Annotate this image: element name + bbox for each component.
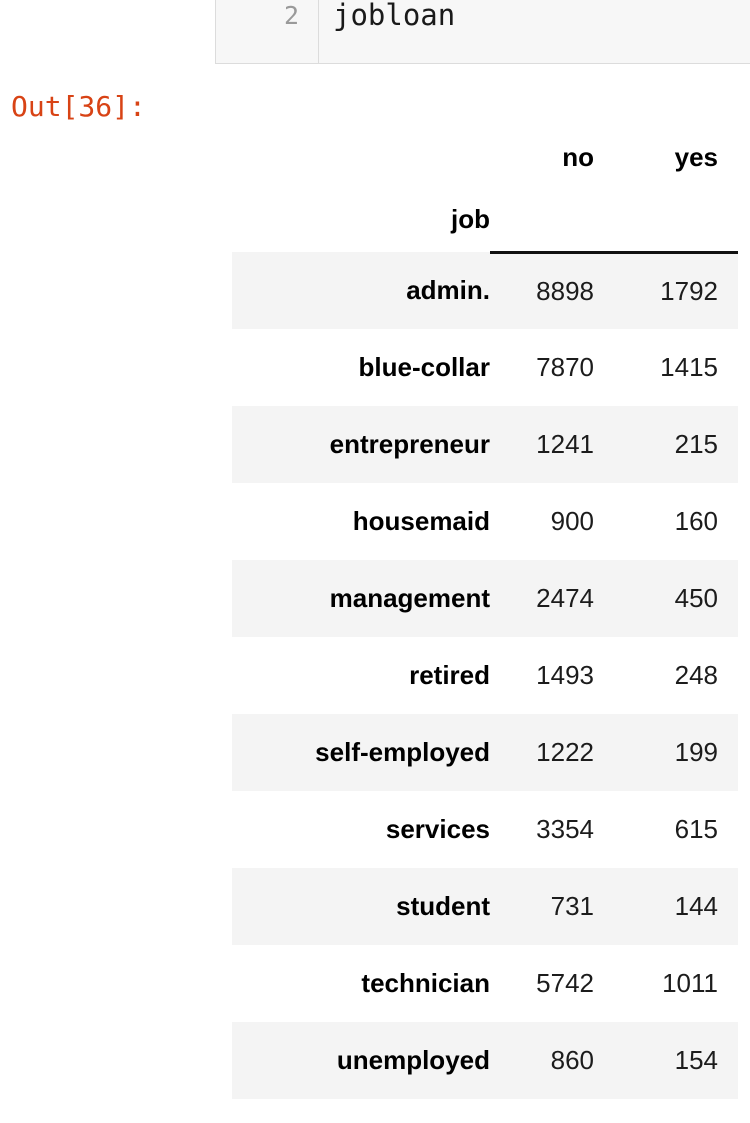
- cell-yes: 199: [674, 737, 718, 767]
- cell-no: 1222: [536, 737, 594, 767]
- corner-cell: [232, 128, 490, 186]
- code-line-number: 2: [283, 1, 299, 30]
- cell-yes: 615: [674, 814, 718, 844]
- index-name-label: job: [451, 203, 490, 234]
- dataframe-body: admin. 8898 1792 blue-collar 7870 1415 e…: [232, 252, 738, 1099]
- cell-no: 7870: [536, 352, 594, 382]
- row-label: retired: [409, 660, 490, 690]
- table-row: entrepreneur 1241 215: [232, 406, 738, 483]
- row-label: management: [329, 583, 490, 613]
- cell-no: 5742: [536, 968, 594, 998]
- row-label: student: [396, 891, 490, 921]
- cell-yes: 450: [674, 583, 718, 613]
- cell-no: 3354: [536, 814, 594, 844]
- output-prompt-label: Out[36]:: [11, 90, 146, 123]
- table-row: unemployed 860 154: [232, 1022, 738, 1099]
- code-source-text: jobloan: [333, 0, 456, 32]
- cell-yes: 248: [674, 660, 718, 690]
- table-row: services 3354 615: [232, 791, 738, 868]
- cell-no: 8898: [536, 275, 594, 306]
- row-label: technician: [361, 968, 490, 998]
- code-cell-gutter: 2: [216, 0, 319, 63]
- table-row: student 731 144: [232, 868, 738, 945]
- table-row: blue-collar 7870 1415: [232, 329, 738, 406]
- cell-no: 860: [550, 1045, 594, 1075]
- cell-no: 731: [550, 891, 594, 921]
- index-row-spacer-no: [490, 186, 614, 254]
- cell-yes: 1792: [660, 275, 718, 306]
- index-name-row: job: [232, 186, 738, 254]
- cell-no: 1493: [536, 660, 594, 690]
- row-label: housemaid: [352, 506, 490, 536]
- dataframe-output: no yes job admin. 8898 1792 blue-collar …: [232, 128, 738, 1099]
- cell-yes: 215: [674, 429, 718, 459]
- dataframe-table: no yes job admin. 8898 1792 blue-collar …: [232, 128, 738, 1099]
- row-label: entrepreneur: [329, 429, 490, 459]
- row-label: blue-collar: [358, 352, 490, 382]
- code-cell[interactable]: 2 jobloan: [215, 0, 750, 64]
- column-header-no: no: [562, 141, 594, 172]
- cell-no: 1241: [536, 429, 594, 459]
- row-label: services: [385, 814, 490, 844]
- cell-yes: 160: [674, 506, 718, 536]
- cell-no: 900: [550, 506, 594, 536]
- row-label: admin.: [406, 275, 490, 305]
- row-label: unemployed: [336, 1045, 490, 1075]
- table-row: technician 5742 1011: [232, 945, 738, 1022]
- cell-yes: 1011: [662, 968, 718, 998]
- cell-yes: 154: [674, 1045, 718, 1075]
- code-cell-editor[interactable]: jobloan: [319, 0, 750, 63]
- cell-no: 2474: [536, 583, 594, 613]
- column-header-row: no yes: [232, 128, 738, 186]
- table-row: management 2474 450: [232, 560, 738, 637]
- table-row: admin. 8898 1792: [232, 252, 738, 329]
- table-row: self-employed 1222 199: [232, 714, 738, 791]
- index-row-spacer-yes: [614, 186, 738, 254]
- cell-yes: 1415: [660, 352, 718, 382]
- dataframe-head: no yes job: [232, 128, 738, 254]
- cell-yes: 144: [674, 891, 718, 921]
- row-label: self-employed: [315, 737, 490, 767]
- table-row: housemaid 900 160: [232, 483, 738, 560]
- table-row: retired 1493 248: [232, 637, 738, 714]
- column-header-yes: yes: [674, 141, 718, 172]
